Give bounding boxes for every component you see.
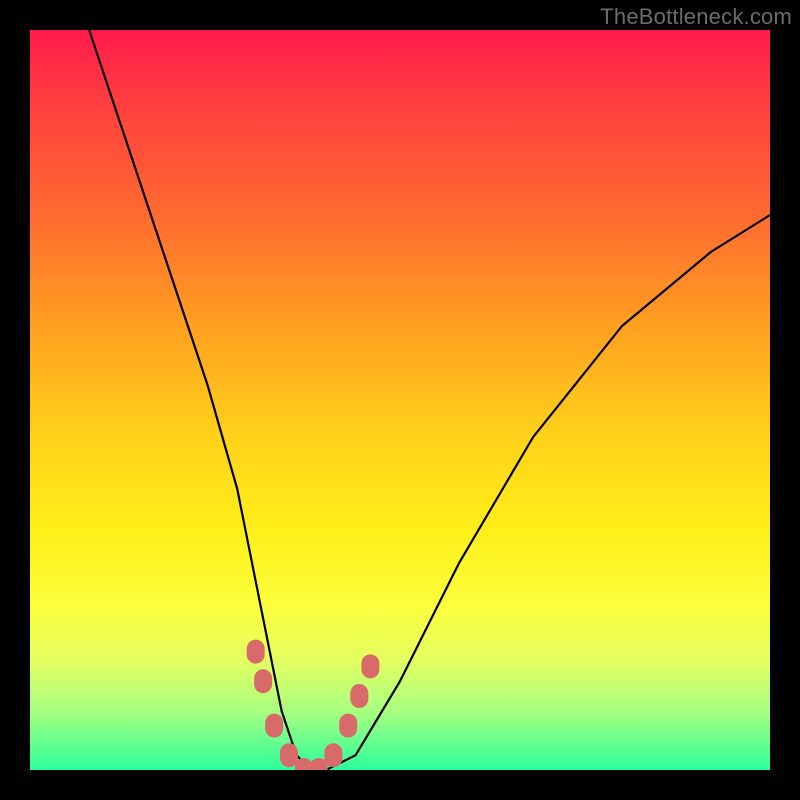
threshold-marker (339, 714, 357, 738)
threshold-marker (247, 640, 265, 664)
bottleneck-curve (89, 30, 770, 770)
threshold-marker (280, 743, 298, 767)
plot-area (30, 30, 770, 770)
threshold-marker (361, 654, 379, 678)
watermark-text: TheBottleneck.com (600, 4, 792, 30)
threshold-marker (350, 684, 368, 708)
threshold-marker (265, 714, 283, 738)
curve-layer (30, 30, 770, 770)
threshold-marker (254, 669, 272, 693)
threshold-marker (324, 743, 342, 767)
chart-frame: TheBottleneck.com (0, 0, 800, 800)
